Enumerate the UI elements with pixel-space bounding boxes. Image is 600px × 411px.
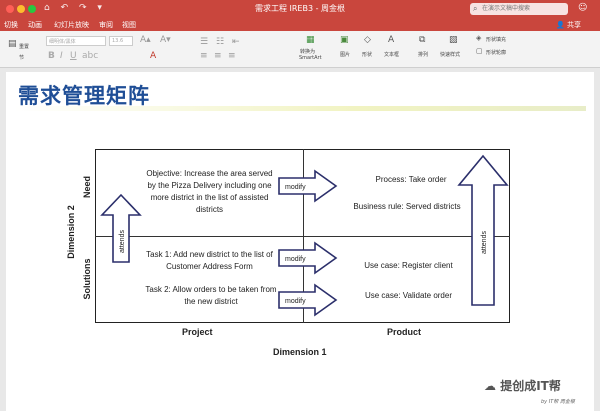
shape-button[interactable]: 形状 <box>362 51 372 58</box>
font-color-icon[interactable]: A <box>150 51 156 61</box>
shape-fill-button[interactable]: 形状填充 <box>486 36 506 43</box>
shape-outline-button[interactable]: 形状轮廓 <box>486 49 506 56</box>
align-left-icon[interactable]: ≡ <box>200 51 208 61</box>
layout-icon[interactable]: ▤ <box>8 39 17 49</box>
dimension1-label[interactable]: Dimension 1 <box>273 347 327 357</box>
picture-button[interactable]: 图片 <box>340 51 350 58</box>
indent-icon[interactable]: ⇤ <box>232 37 240 47</box>
section-button[interactable]: 节 <box>19 54 24 61</box>
title-bar: ⌂ ↶ ↷ ▾ 需求工程 IREB3 - 周金根 ⌕ 在演示文稿中搜索 ☺ <box>0 0 600 18</box>
arrange-button[interactable]: 排列 <box>418 51 428 58</box>
slide-canvas[interactable]: 需求管理矩阵 Objective: Increase the area serv… <box>6 72 594 411</box>
textbox-button[interactable]: 文本框 <box>384 51 399 58</box>
watermark-subtext: by IT帮 周金根 <box>541 399 575 405</box>
font-size-value: 13.6 <box>112 38 124 44</box>
ribbon-tabs: 切换 动画 幻灯片放映 审阅 视图 👤 共享 <box>0 18 600 31</box>
attends-arrow-right-label: attends <box>481 231 488 254</box>
quick-styles-button[interactable]: 快速样式 <box>440 51 460 58</box>
italic-icon[interactable]: I <box>60 51 63 61</box>
search-icon: ⌕ <box>473 4 478 13</box>
col-label-product[interactable]: Product <box>387 327 421 337</box>
tab-review[interactable]: 审阅 <box>99 20 113 30</box>
bold-icon[interactable]: B <box>48 51 55 61</box>
search-box[interactable]: ⌕ 在演示文稿中搜索 <box>470 3 568 15</box>
smartart-icon[interactable]: ▦ <box>306 35 315 45</box>
quick-styles-icon[interactable]: ▧ <box>449 35 458 45</box>
share-button[interactable]: 👤 共享 <box>556 20 581 30</box>
convert-smartart-label-1: 转换为 <box>300 49 316 55</box>
wechat-icon: ☁ <box>484 379 496 393</box>
picture-icon[interactable]: ▣ <box>340 35 349 45</box>
account-icon[interactable]: ☺ <box>578 3 587 13</box>
matrix-arrows: modify modify modify attends attends <box>100 154 509 317</box>
row-label-solutions[interactable]: Solutions <box>82 254 92 304</box>
bullets-icon[interactable]: ☰ <box>200 37 208 47</box>
dimension2-label[interactable]: Dimension 2 <box>66 197 76 267</box>
tab-animations[interactable]: 动画 <box>28 20 42 30</box>
ribbon-toolbar: ▤ 重置 节 细明体/黑体 13.6 A▴ A▾ B I U abc A ☰ ☷… <box>0 31 600 68</box>
attends-arrow-left-label: attends <box>119 230 126 253</box>
attends-arrow-left[interactable]: attends <box>100 193 142 263</box>
modify-arrow-task1-label: modify <box>285 256 306 263</box>
textbox-icon[interactable]: A <box>388 35 394 45</box>
modify-arrow-task1[interactable]: modify <box>278 241 338 275</box>
numbering-icon[interactable]: ☷ <box>216 37 224 47</box>
col-label-project[interactable]: Project <box>182 327 213 337</box>
shape-fill-icon[interactable]: ◈ <box>476 34 481 42</box>
grow-font-icon[interactable]: A▴ <box>140 35 151 45</box>
search-placeholder: 在演示文稿中搜索 <box>482 5 531 12</box>
attends-arrow-right[interactable]: attends <box>457 154 509 306</box>
row-label-need[interactable]: Need <box>82 172 92 202</box>
tab-transitions[interactable]: 切换 <box>4 20 18 30</box>
font-name-value: 细明体/黑体 <box>49 39 76 45</box>
shrink-font-icon[interactable]: A▾ <box>160 35 171 45</box>
align-right-icon[interactable]: ≡ <box>228 51 236 61</box>
shape-outline-icon[interactable]: ▢ <box>476 47 483 55</box>
share-label: 共享 <box>566 21 581 29</box>
arrange-icon[interactable]: ⧉ <box>419 35 425 45</box>
modify-arrow-top[interactable]: modify <box>278 169 338 203</box>
tab-slideshow[interactable]: 幻灯片放映 <box>54 20 89 30</box>
modify-arrow-top-label: modify <box>285 184 306 191</box>
font-size-select[interactable]: 13.6 <box>109 36 133 46</box>
shape-icon[interactable]: ◇ <box>364 35 371 45</box>
watermark-text: 提创成IT帮 <box>500 379 561 393</box>
tab-view[interactable]: 视图 <box>122 20 136 30</box>
align-center-icon[interactable]: ≡ <box>214 51 222 61</box>
modify-arrow-task2[interactable]: modify <box>278 283 338 317</box>
underline-icon[interactable]: U <box>70 51 77 61</box>
strikethrough-icon[interactable]: abc <box>82 51 98 61</box>
font-name-select[interactable]: 细明体/黑体 <box>46 36 106 46</box>
convert-smartart-label-2: SmartArt <box>299 55 322 61</box>
reset-button[interactable]: 重置 <box>19 43 29 50</box>
watermark: ☁ 提创成IT帮 <box>484 377 561 394</box>
modify-arrow-task2-label: modify <box>285 298 306 305</box>
